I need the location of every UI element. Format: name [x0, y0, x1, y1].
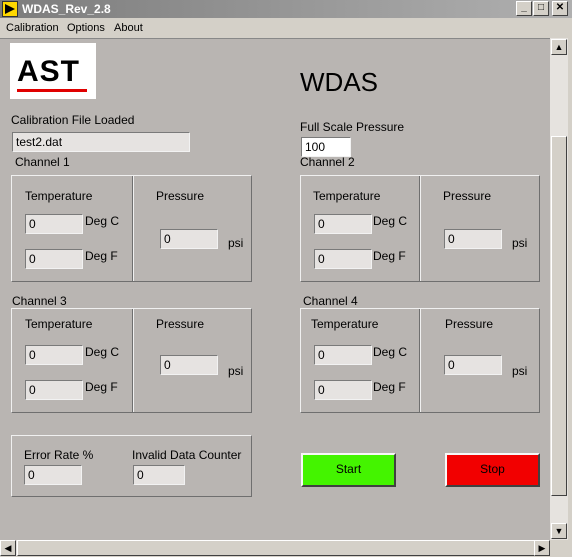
channel-divider	[132, 176, 134, 281]
close-icon[interactable]: ✕	[552, 1, 568, 16]
logo-text: AST	[17, 55, 80, 88]
channel-1-deg-f-field: 0	[25, 249, 83, 269]
channel-4-title: Channel 4	[303, 294, 358, 308]
channel-3-pressure-field: 0	[160, 355, 218, 375]
app-window: WDAS_Rev_2.8 _ □ ✕ Calibration Options A…	[0, 0, 572, 557]
channel-4-pressure-label: Pressure	[445, 317, 494, 331]
channel-2-deg-f-field: 0	[314, 249, 372, 269]
deg-f-unit: Deg F	[373, 380, 406, 394]
deg-f-unit: Deg F	[85, 380, 118, 394]
horizontal-scrollbar[interactable]: ◀ ▶	[0, 540, 550, 556]
channel-1-pressure-field: 0	[160, 229, 218, 249]
deg-c-unit: Deg C	[373, 345, 408, 359]
horizontal-scroll-thumb[interactable]	[17, 540, 535, 556]
deg-f-unit: Deg F	[85, 249, 118, 263]
channel-divider	[132, 309, 134, 412]
deg-f-unit: Deg F	[373, 249, 406, 263]
front-panel: AST WDAS Calibration File Loaded test2.d…	[0, 38, 550, 540]
channel-4-deg-f-field: 0	[314, 380, 372, 400]
calibration-file-field[interactable]: test2.dat	[12, 132, 190, 152]
window-title: WDAS_Rev_2.8	[22, 2, 111, 16]
scroll-left-icon[interactable]: ◀	[0, 540, 16, 556]
channel-2-temperature-label: Temperature	[313, 189, 381, 203]
channel-3-pressure-label: Pressure	[156, 317, 205, 331]
start-button[interactable]: Start	[301, 453, 396, 487]
channel-3-deg-c-field: 0	[25, 345, 83, 365]
logo-underline	[17, 89, 87, 92]
title-bar[interactable]: WDAS_Rev_2.8 _ □ ✕	[0, 0, 572, 18]
channel-4-temperature-label: Temperature	[311, 317, 379, 331]
menu-bar: Calibration Options About	[0, 18, 572, 38]
scroll-corner	[550, 540, 572, 557]
channel-1-title: Channel 1	[15, 155, 70, 169]
channel-4-box: Temperature Pressure 0 Deg C 0 Deg F 0 p…	[300, 308, 540, 413]
deg-c-unit: Deg C	[85, 345, 120, 359]
stop-button[interactable]: Stop	[445, 453, 540, 487]
maximize-icon[interactable]: □	[533, 1, 549, 16]
stats-box: Error Rate % 0 Invalid Data Counter 0	[11, 435, 252, 497]
psi-unit: psi	[228, 364, 244, 378]
channel-divider	[419, 309, 421, 412]
vertical-scrollbar[interactable]: ▲ ▼	[550, 38, 568, 540]
full-scale-pressure-input[interactable]: 100	[301, 137, 351, 157]
psi-unit: psi	[228, 236, 244, 250]
channel-3-title: Channel 3	[12, 294, 67, 308]
ast-logo: AST	[10, 43, 96, 99]
error-rate-field: 0	[24, 465, 82, 485]
scroll-right-icon[interactable]: ▶	[534, 540, 550, 556]
channel-3-box: Temperature Pressure 0 Deg C 0 Deg F 0 p…	[11, 308, 252, 413]
calibration-file-label: Calibration File Loaded	[11, 113, 135, 127]
channel-3-temperature-label: Temperature	[25, 317, 93, 331]
full-scale-pressure-label: Full Scale Pressure	[300, 120, 405, 134]
channel-1-temperature-label: Temperature	[25, 189, 93, 203]
channel-divider	[419, 176, 421, 281]
channel-1-deg-c-field: 0	[25, 214, 83, 234]
error-rate-label: Error Rate %	[24, 448, 94, 462]
menu-about[interactable]: About	[114, 22, 143, 34]
vertical-scroll-thumb[interactable]	[551, 136, 567, 496]
channel-2-deg-c-field: 0	[314, 214, 372, 234]
psi-unit: psi	[512, 364, 528, 378]
channel-2-pressure-field: 0	[444, 229, 502, 249]
invalid-data-counter-field: 0	[133, 465, 185, 485]
channel-4-deg-c-field: 0	[314, 345, 372, 365]
deg-c-unit: Deg C	[85, 214, 120, 228]
invalid-data-counter-label: Invalid Data Counter	[132, 448, 242, 462]
menu-calibration[interactable]: Calibration	[6, 22, 59, 34]
channel-1-box: Temperature Pressure 0 Deg C 0 Deg F 0 p…	[11, 175, 252, 282]
scroll-down-icon[interactable]: ▼	[551, 523, 567, 539]
scroll-up-icon[interactable]: ▲	[551, 39, 567, 55]
channel-4-pressure-field: 0	[444, 355, 502, 375]
channel-2-box: Temperature Pressure 0 Deg C 0 Deg F 0 p…	[300, 175, 540, 282]
channel-1-pressure-label: Pressure	[156, 189, 205, 203]
minimize-icon[interactable]: _	[516, 1, 532, 16]
channel-2-title: Channel 2	[300, 155, 355, 169]
deg-c-unit: Deg C	[373, 214, 408, 228]
channel-2-pressure-label: Pressure	[443, 189, 492, 203]
menu-options[interactable]: Options	[67, 22, 105, 34]
psi-unit: psi	[512, 236, 528, 250]
labview-icon	[2, 1, 18, 17]
app-title: WDAS	[300, 67, 378, 97]
channel-3-deg-f-field: 0	[25, 380, 83, 400]
